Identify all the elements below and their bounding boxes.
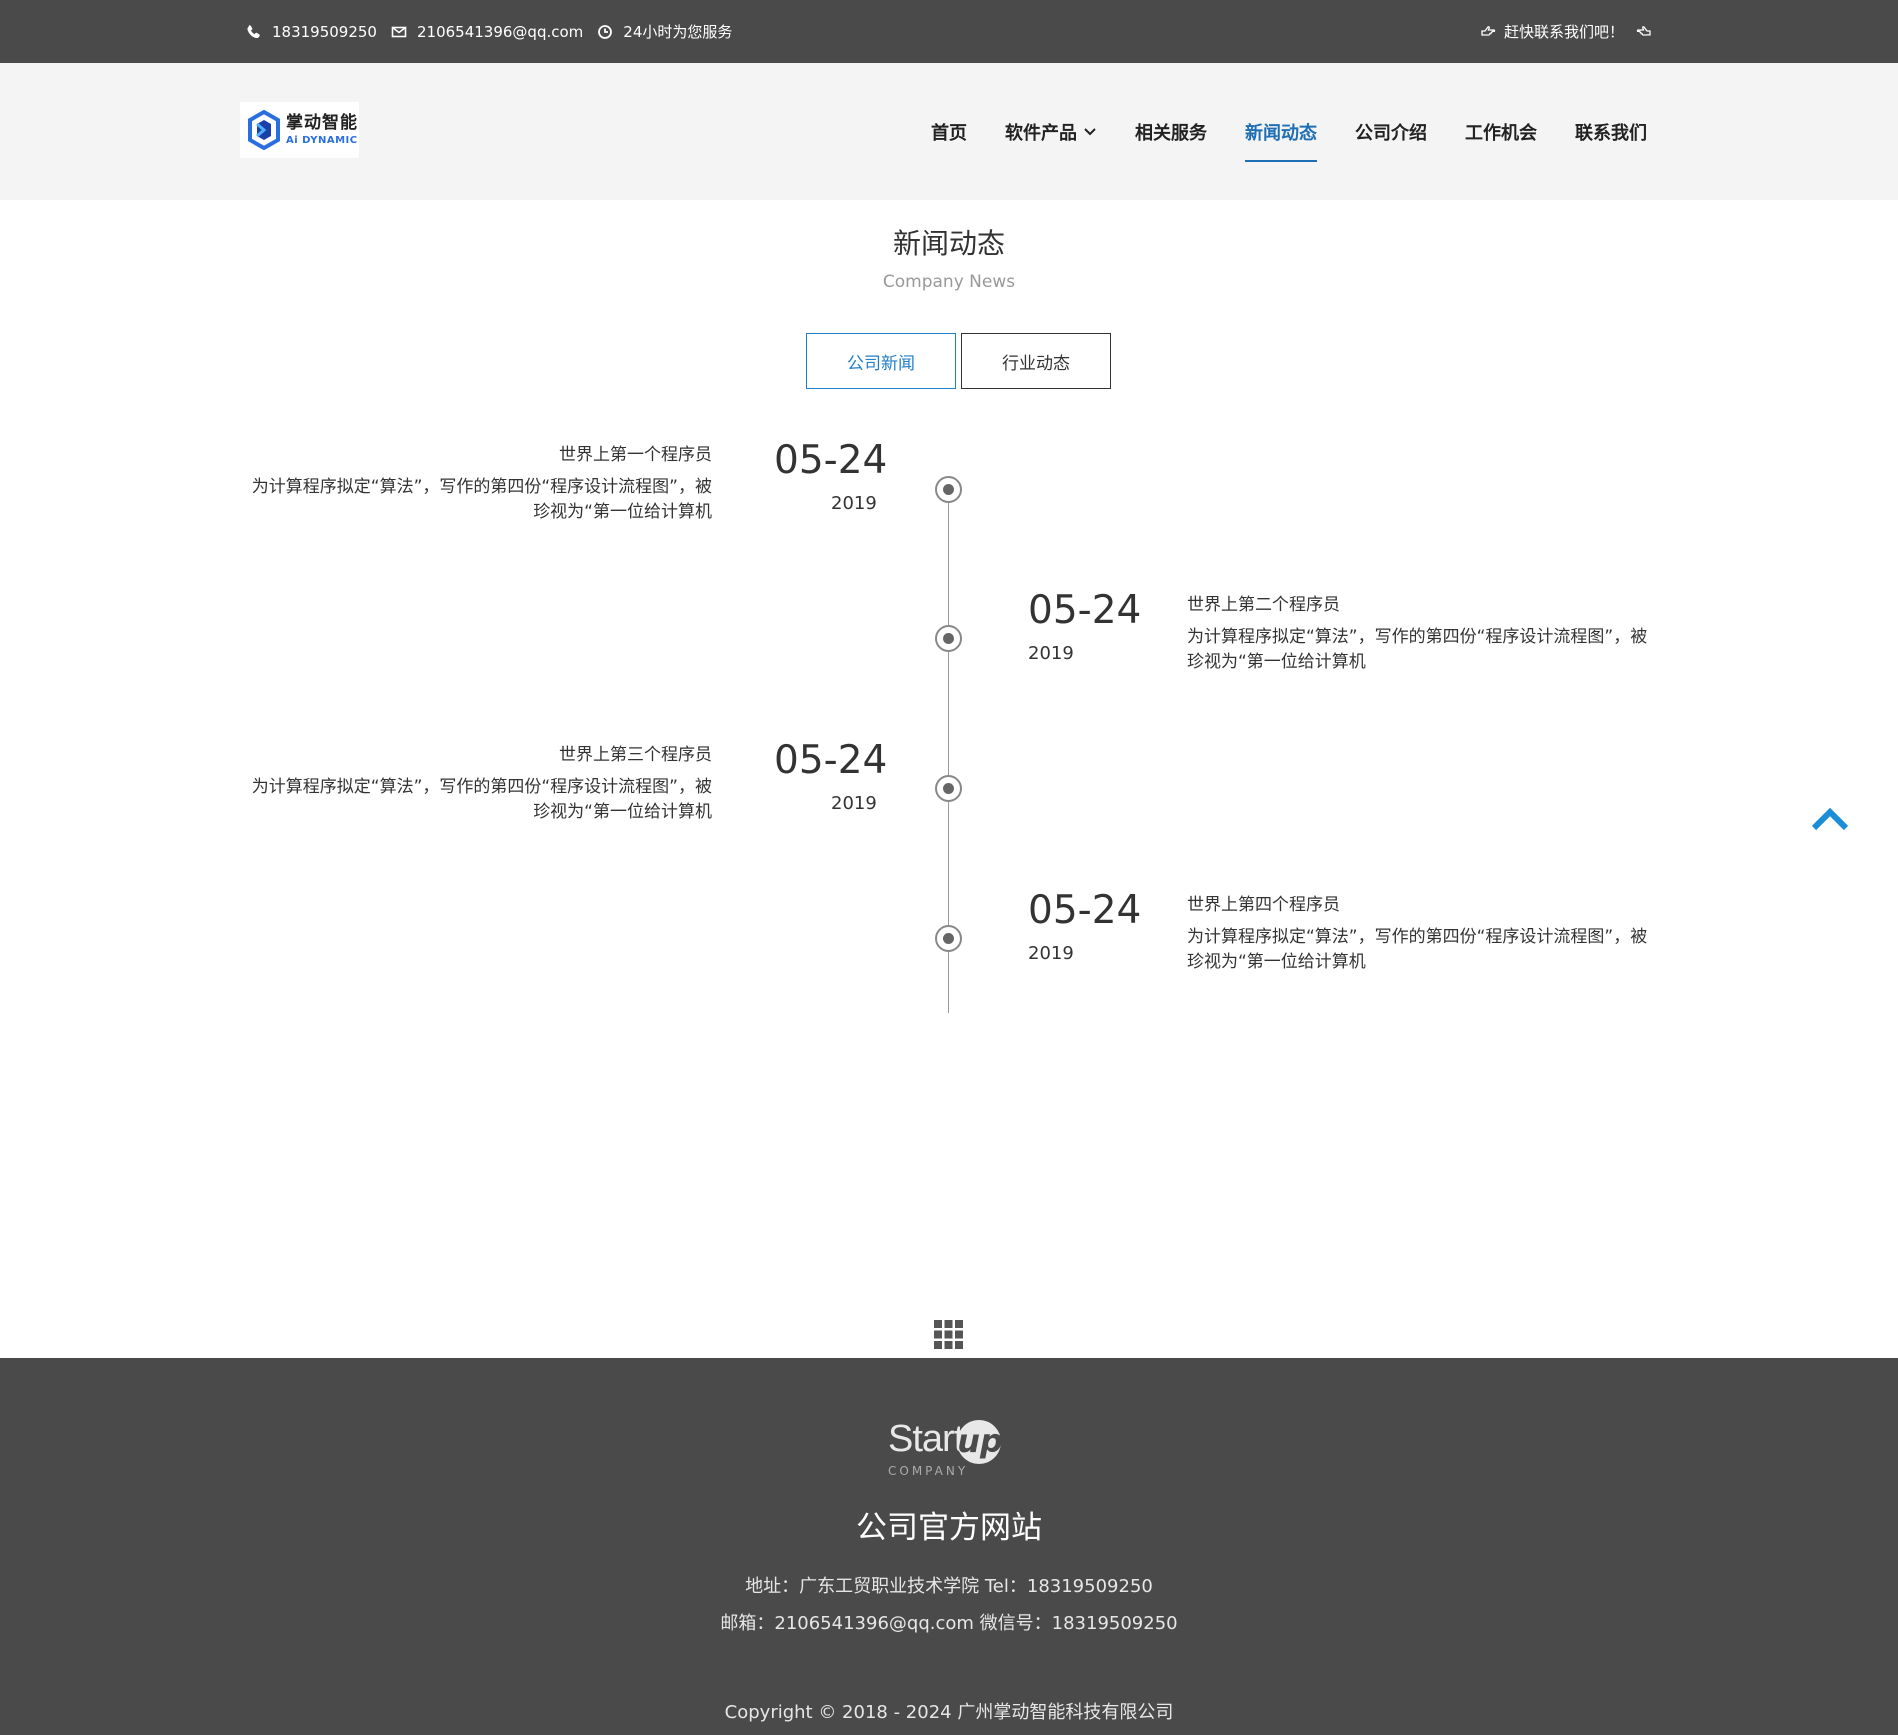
contact-cta[interactable]: 赶快联系我们吧！ (1480, 21, 1652, 42)
news-tabs: 公司新闻 行业动态 (806, 333, 1116, 389)
hand-point-right-icon (1481, 25, 1496, 36)
chevron-down-icon (1084, 128, 1096, 136)
news-title[interactable]: 世界上第四个程序员 (1187, 890, 1340, 915)
email-item: 2106541396@qq.com (391, 23, 583, 41)
logo-mark-icon (248, 110, 280, 150)
contact-info: 18319509250 2106541396@qq.com 24小时为您服务 (246, 21, 746, 42)
nav-item-news[interactable]: 新闻动态 (1245, 119, 1317, 162)
main-nav: 首页 软件产品 相关服务 新闻动态 公司介绍 工作机会 联系我们 (893, 119, 1647, 162)
footer-logo-word: Start (888, 1418, 964, 1460)
news-desc: 为计算程序拟定“算法”，写作的第四份“程序设计流程图”，被珍视为“第一位给计算机 (1187, 627, 1648, 672)
timeline-dot (935, 775, 962, 802)
footer-logo-up: up (957, 1420, 1003, 1464)
footer-copyright: Copyright © 2018 - 2024 广州掌动智能科技有限公司 (724, 1702, 1174, 1723)
nav-item-about[interactable]: 公司介绍 (1355, 119, 1427, 145)
service-hours: 24小时为您服务 (623, 23, 733, 41)
logo-cn: 掌动智能 (286, 112, 358, 133)
phone-icon (247, 24, 260, 38)
phone-item: 18319509250 (246, 23, 377, 41)
nav-item-services[interactable]: 相关服务 (1135, 119, 1207, 145)
timeline-dot (935, 625, 962, 652)
nav-item-home[interactable]: 首页 (931, 119, 967, 145)
news-desc: 为计算程序拟定“算法”，写作的第四份“程序设计流程图”，被珍视为“第一位给计算机 (1187, 927, 1648, 972)
footer-email: 邮箱：2106541396@qq.com 微信号：18319509250 (720, 1613, 1178, 1634)
logo-en: Ai DYNAMIC (286, 134, 358, 146)
footer-site-name: 公司官方网站 (856, 1510, 1042, 1546)
news-desc: 为计算程序拟定“算法”，写作的第四份“程序设计流程图”，被珍视为“第一位给计算机 (251, 777, 712, 822)
mail-icon (391, 26, 407, 37)
section-title: 新闻动态 (892, 227, 1005, 260)
news-year: 2019 (1028, 943, 1074, 964)
news-year: 2019 (831, 793, 877, 814)
tab-company-news[interactable]: 公司新闻 (806, 333, 956, 389)
news-date: 05-24 (1028, 888, 1142, 933)
clock-icon (598, 24, 613, 39)
section-subtitle: Company News (882, 272, 1016, 292)
news-year: 2019 (1028, 643, 1074, 664)
footer-logo: Startup COMPANY (888, 1420, 1012, 1480)
tab-industry-news[interactable]: 行业动态 (961, 333, 1111, 389)
site-footer: Startup COMPANY 公司官方网站 地址：广东工贸职业技术学院 Tel… (0, 1358, 1898, 1735)
news-title[interactable]: 世界上第二个程序员 (1187, 590, 1340, 615)
footer-address: 地址：广东工贸职业技术学院 Tel：18319509250 (745, 1576, 1153, 1597)
nav-item-contact[interactable]: 联系我们 (1575, 119, 1647, 145)
news-title[interactable]: 世界上第三个程序员 (412, 740, 712, 765)
site-header: 掌动智能 Ai DYNAMIC 首页 软件产品 相关服务 新闻动态 公司介绍 工… (0, 63, 1898, 200)
hand-point-left-icon (1636, 25, 1651, 36)
footer-logo-company: COMPANY (888, 1464, 969, 1478)
nav-item-jobs[interactable]: 工作机会 (1465, 119, 1537, 145)
news-date: 05-24 (774, 438, 888, 483)
news-desc: 为计算程序拟定“算法”，写作的第四份“程序设计流程图”，被珍视为“第一位给计算机 (251, 477, 712, 522)
grid-menu-icon[interactable] (934, 1320, 963, 1349)
nav-item-software-products[interactable]: 软件产品 (1005, 119, 1097, 145)
timeline-dot (935, 925, 962, 952)
back-to-top-icon[interactable] (1810, 804, 1850, 834)
news-year: 2019 (831, 493, 877, 514)
news-title[interactable]: 世界上第一个程序员 (412, 440, 712, 465)
timeline-dot (935, 476, 962, 503)
service-item: 24小时为您服务 (597, 21, 732, 42)
phone-number[interactable]: 18319509250 (272, 23, 377, 41)
news-date: 05-24 (1028, 588, 1142, 633)
cta-text[interactable]: 赶快联系我们吧！ (1504, 21, 1624, 42)
email-address[interactable]: 2106541396@qq.com (417, 23, 583, 41)
news-date: 05-24 (774, 738, 888, 783)
top-bar: 18319509250 2106541396@qq.com 24小时为您服务 赶… (0, 0, 1898, 63)
site-logo[interactable]: 掌动智能 Ai DYNAMIC (240, 102, 359, 158)
